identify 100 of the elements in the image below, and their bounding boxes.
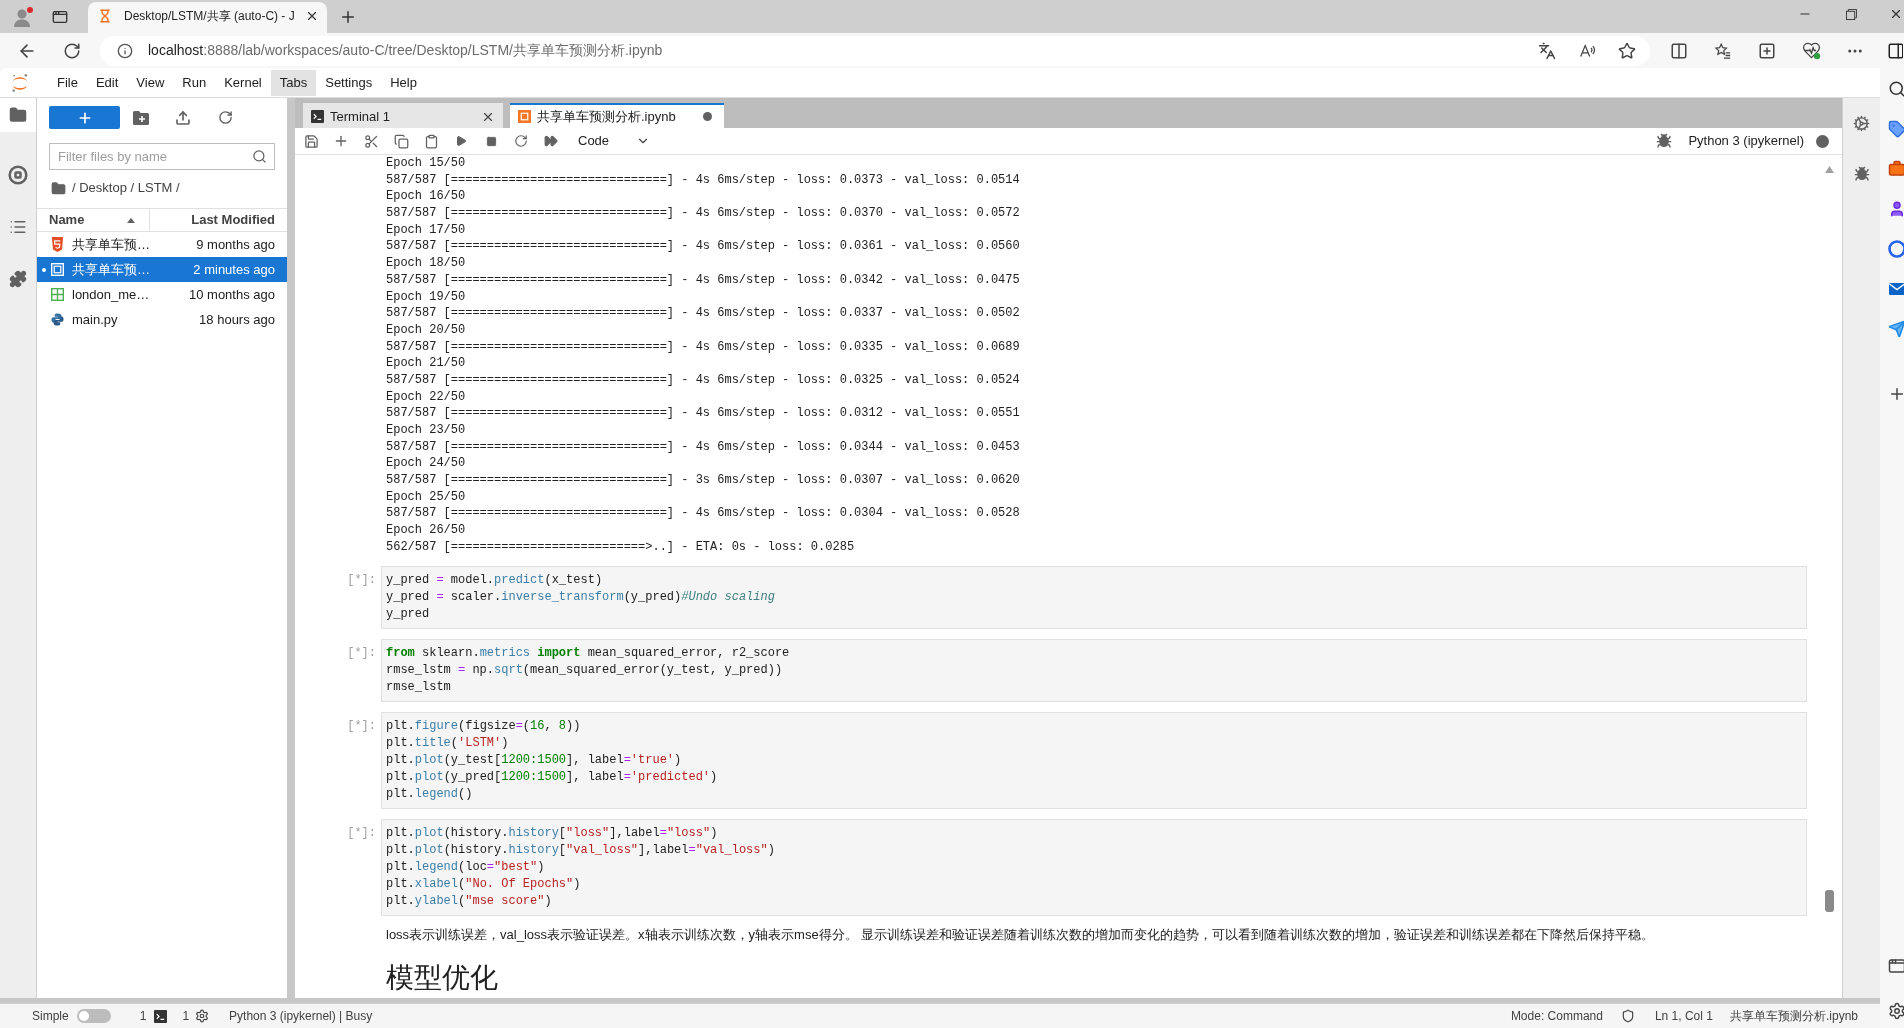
cell-prompt: [*]: xyxy=(347,824,376,842)
cursor-position[interactable]: Ln 1, Col 1 xyxy=(1654,1007,1713,1025)
shield-icon[interactable] xyxy=(1620,1009,1635,1023)
cell-type-select[interactable]: Code xyxy=(570,130,652,152)
code-line: plt.xlabel("No. Of Epochs") xyxy=(386,875,581,893)
kernel-name[interactable]: Python 3 (ipykernel) xyxy=(1688,131,1804,151)
code-cell[interactable]: y_pred = model.predict(x_test) y_pred = scaler.inverse_transform(y_pred)#Undo scaling y_pred xyxy=(381,565,1807,629)
split-screen-icon[interactable] xyxy=(1670,41,1688,60)
scissors-icon[interactable] xyxy=(363,133,379,149)
tab-actions-icon[interactable] xyxy=(52,8,68,25)
gear-icon[interactable] xyxy=(1853,114,1870,132)
star-list-icon[interactable] xyxy=(1714,41,1732,60)
file-row[interactable]: main.py 18 hours ago xyxy=(37,307,287,332)
reload-icon[interactable] xyxy=(63,41,81,60)
document-tab[interactable]: Terminal 1 xyxy=(303,103,503,128)
list-icon xyxy=(9,218,27,236)
menu-item[interactable]: Tabs xyxy=(270,69,317,96)
save-icon[interactable] xyxy=(303,133,319,149)
address-bar[interactable]: localhost:8888/lab/workspaces/auto-C/tree/Desktop/LSTM/共享单车预测分析.ipynb xyxy=(100,35,1650,66)
grid-icon xyxy=(51,288,64,301)
info-icon[interactable] xyxy=(117,42,133,59)
output-line: Epoch 19/50 xyxy=(386,288,466,306)
scrollbar-thumb[interactable] xyxy=(1825,890,1834,912)
restore-icon[interactable] xyxy=(1845,8,1857,20)
briefcase-icon[interactable] xyxy=(1888,160,1904,178)
column-header[interactable]: Last Modified xyxy=(150,209,287,231)
file-row[interactable]: 共享单车预… 2 minutes ago xyxy=(37,257,287,282)
code-line: plt.legend() xyxy=(386,785,473,803)
code-line: plt.figure(figsize=(16, 8)) xyxy=(386,717,581,735)
document-tab[interactable]: 共享单车预测分析.ipynb xyxy=(510,103,724,128)
output-line: Epoch 16/50 xyxy=(386,188,466,206)
notebook-icon xyxy=(51,263,64,276)
section-heading: 模型优化 xyxy=(386,962,498,993)
stop-icon[interactable] xyxy=(485,135,497,147)
sidebar-tab[interactable] xyxy=(0,98,36,132)
code-cell[interactable]: plt.plot(history.history["loss"],label="loss") plt.plot(history.history["val_loss"],label="val_loss") plt.legend(loc="best") plt.xlabel("No. Of Epochs") plt.ylabel("mse score") xyxy=(381,818,1807,916)
editor-mode: Mode: Command xyxy=(1510,1008,1603,1025)
breadcrumb-path[interactable]: / Desktop / LSTM / xyxy=(72,178,180,198)
square-plus-icon[interactable] xyxy=(1758,41,1776,60)
search-icon[interactable] xyxy=(1888,80,1904,98)
output-line: Epoch 22/50 xyxy=(386,388,466,406)
output-line: Epoch 18/50 xyxy=(386,255,466,272)
menu-item[interactable]: View xyxy=(127,69,174,96)
tag-icon[interactable] xyxy=(1888,120,1904,138)
close-icon[interactable] xyxy=(1889,7,1903,21)
browser-tab[interactable]: Desktop/LSTM/共享 (auto-C) - J xyxy=(88,2,327,33)
code-cell[interactable]: from sklearn.metrics import mean_squared_error, r2_score rmse_lstm = np.sqrt(mean_squared_error(y_test, y_pred)) rmse_lstm xyxy=(381,638,1807,702)
modified-time: 10 months ago xyxy=(189,285,275,304)
menu-item[interactable]: File xyxy=(48,69,87,96)
kernel-count: 1 xyxy=(182,1008,190,1025)
output-line: Epoch 26/50 xyxy=(386,522,466,539)
file-row[interactable]: london_me… 10 months ago xyxy=(37,282,287,307)
clipboard-icon[interactable] xyxy=(423,133,439,149)
refresh-icon[interactable] xyxy=(217,110,233,125)
file-name: 共享单车预… xyxy=(72,260,150,279)
filter-field[interactable]: Filter files by name xyxy=(49,143,275,170)
scroll-up-arrow-icon[interactable] xyxy=(1825,166,1834,173)
menu-item[interactable]: Settings xyxy=(316,69,382,96)
plus-icon[interactable] xyxy=(333,133,349,149)
toggle-switch[interactable] xyxy=(76,1009,111,1023)
bug-icon[interactable] xyxy=(1853,166,1870,182)
bug-icon[interactable] xyxy=(1656,133,1673,149)
code-line: plt.plot(history.history["loss"],label="loss") xyxy=(386,824,718,842)
menu-item[interactable]: Edit xyxy=(86,69,128,96)
star-icon[interactable] xyxy=(1618,41,1636,60)
menu-item[interactable]: Run xyxy=(173,69,216,96)
modified-time: 2 minutes ago xyxy=(193,260,275,279)
play-icon[interactable] xyxy=(455,135,467,147)
folder-plus-icon[interactable] xyxy=(133,110,149,125)
code-line: y_pred xyxy=(386,605,430,623)
terminal-icon xyxy=(311,110,324,123)
plus-icon[interactable] xyxy=(1888,385,1904,403)
translate-icon[interactable] xyxy=(1538,41,1556,60)
logo-icon[interactable] xyxy=(11,72,29,93)
output-line: 587/587 [==============================] - 4s 6ms/step - loss: 0.0342 - val_loss: 0.0475 xyxy=(386,271,1020,289)
code-cell[interactable]: plt.figure(figsize=(16, 8)) plt.title('LSTM') plt.plot(y_test[1200:1500], label='true') plt.plot(y_pred[1200:1500], label='predicted') plt.legend() xyxy=(381,711,1807,809)
profile-avatar-icon[interactable] xyxy=(12,5,34,28)
heart-pulse-icon[interactable] xyxy=(1801,41,1821,60)
person-icon[interactable] xyxy=(1888,200,1904,218)
menu-item[interactable]: Kernel xyxy=(215,69,271,96)
window-icon[interactable] xyxy=(1888,957,1904,975)
code-line: rmse_lstm xyxy=(386,678,451,696)
paper-plane-icon[interactable] xyxy=(1888,320,1904,338)
new-launcher-button[interactable] xyxy=(49,106,120,129)
column-header[interactable]: Name xyxy=(37,209,150,231)
output-line: Epoch 17/50 xyxy=(386,221,466,239)
kernel-status[interactable]: Python 3 (ipykernel) | Busy xyxy=(229,1007,373,1025)
panel-icon[interactable] xyxy=(1887,41,1903,60)
copy-icon[interactable] xyxy=(393,133,409,149)
upload-icon[interactable] xyxy=(175,109,191,126)
menu-item[interactable]: Help xyxy=(381,69,426,96)
restart-icon[interactable] xyxy=(514,134,528,148)
gear-icon[interactable] xyxy=(1888,1002,1904,1020)
code-line: plt.title('LSTM') xyxy=(386,734,509,752)
ring-icon[interactable] xyxy=(1888,240,1904,258)
file-row[interactable]: 共享单车预… 9 months ago xyxy=(37,232,287,257)
fast-forward-icon[interactable] xyxy=(544,134,558,148)
shield-icon xyxy=(51,237,64,252)
envelope-icon[interactable] xyxy=(1888,280,1904,298)
cell-prompt: [*]: xyxy=(347,717,376,735)
